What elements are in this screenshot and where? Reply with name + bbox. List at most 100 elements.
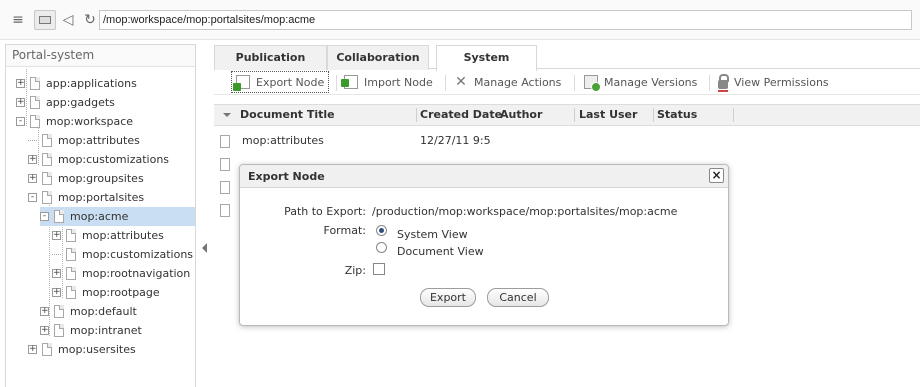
document-icon: [66, 248, 76, 261]
document-icon: [54, 324, 64, 337]
document-view-label: Document View: [397, 245, 484, 258]
toolbar-divider: [336, 75, 337, 91]
document-icon: [220, 181, 230, 194]
refresh-icon[interactable]: ↻: [80, 10, 100, 30]
row-created-date: 12/27/11 9:5: [420, 134, 491, 147]
collapse-arrow-icon[interactable]: [202, 243, 207, 253]
document-icon: [66, 286, 76, 299]
row-title: mop:attributes: [242, 134, 324, 147]
card-view-icon[interactable]: [34, 10, 56, 30]
tab-publication[interactable]: Publication: [214, 45, 327, 70]
export-button[interactable]: Export: [420, 288, 476, 307]
document-icon: [30, 77, 40, 90]
tree-item-label: app:applications: [46, 77, 137, 90]
column-author[interactable]: Author: [500, 105, 542, 125]
format-label: Format:: [323, 224, 366, 237]
expand-icon[interactable]: +: [52, 269, 61, 278]
sort-arrow-icon[interactable]: [223, 113, 231, 117]
tab-system[interactable]: System: [436, 45, 537, 71]
import-node-button[interactable]: Import Node: [341, 71, 433, 93]
manage-actions-button[interactable]: ✕ Manage Actions: [454, 71, 561, 93]
tree-item[interactable]: + app:applications: [16, 74, 137, 93]
tree-item[interactable]: - mop:portalsites: [28, 188, 144, 207]
tree-connector: [52, 254, 61, 255]
tree-item-label: mop:attributes: [82, 229, 164, 242]
tree-item[interactable]: + mop:customizations: [28, 150, 169, 169]
document-icon: [42, 153, 52, 166]
tree-item[interactable]: + mop:rootnavigation: [52, 264, 190, 283]
tree-item[interactable]: + mop:attributes: [52, 226, 164, 245]
tree-item-label: mop:rootpage: [82, 286, 160, 299]
expand-icon[interactable]: +: [16, 98, 25, 107]
cancel-button[interactable]: Cancel: [487, 288, 549, 307]
expand-icon[interactable]: +: [40, 326, 49, 335]
table-header: Document Title Created Date Author Last …: [214, 104, 920, 126]
panel-title: Portal-system: [6, 45, 195, 67]
tree-item-label: mop:portalsites: [58, 191, 145, 204]
tree-item[interactable]: + mop:rootpage: [52, 283, 160, 302]
collapse-icon[interactable]: -: [40, 212, 49, 221]
back-icon[interactable]: ◁: [58, 10, 78, 30]
close-icon[interactable]: ×: [709, 168, 724, 183]
tree-item[interactable]: + mop:usersites: [28, 340, 136, 359]
document-icon: [66, 267, 76, 280]
system-view-radio[interactable]: [376, 225, 387, 236]
tree-item[interactable]: mop:customizations: [52, 245, 193, 264]
tree-item-label: mop:customizations: [58, 153, 170, 166]
import-node-label: Import Node: [364, 75, 433, 89]
tree-item-label: mop:intranet: [70, 324, 142, 337]
column-status[interactable]: Status: [657, 105, 697, 125]
expand-icon[interactable]: +: [28, 345, 37, 354]
export-node-dialog: Export Node × Path to Export: /productio…: [239, 164, 729, 326]
dialog-header: Export Node ×: [240, 165, 728, 188]
document-icon: [220, 204, 230, 217]
tree-item[interactable]: + mop:default: [40, 302, 137, 321]
tree-item[interactable]: - mop:acme: [40, 207, 195, 226]
document-icon: [66, 229, 76, 242]
export-node-button[interactable]: Export Node: [231, 71, 330, 93]
expand-icon[interactable]: +: [52, 288, 61, 297]
column-created-date[interactable]: Created Date: [420, 105, 502, 125]
address-input[interactable]: /mop:workspace/mop:portalsites/mop:acme: [99, 10, 912, 30]
tree-item-label: mop:default: [70, 305, 137, 318]
tree-item-label: mop:groupsites: [58, 172, 144, 185]
manage-versions-button[interactable]: Manage Versions: [584, 71, 697, 93]
action-toolbar: Export Node Import Node ✕ Manage Actions…: [214, 69, 920, 95]
tree-item[interactable]: + mop:groupsites: [28, 169, 144, 188]
column-last-user[interactable]: Last User: [579, 105, 637, 125]
tree-item-label: mop:acme: [70, 210, 129, 223]
collapse-icon[interactable]: -: [16, 117, 25, 126]
lock-icon: [718, 73, 729, 92]
expand-icon[interactable]: +: [16, 79, 25, 88]
zip-label: Zip:: [344, 264, 366, 277]
tree-item-label: mop:customizations: [82, 248, 194, 261]
address-toolbar: ≡ ◁ ↻ /mop:workspace/mop:portalsites/mop…: [0, 0, 920, 40]
tree-item-label: mop:usersites: [58, 343, 136, 356]
view-permissions-button[interactable]: View Permissions: [718, 71, 829, 93]
menu-icon[interactable]: ≡: [8, 10, 28, 30]
expand-icon[interactable]: +: [40, 307, 49, 316]
expand-icon[interactable]: +: [28, 155, 37, 164]
tree-item[interactable]: - mop:workspace: [16, 112, 133, 131]
document-icon: [54, 210, 64, 223]
document-icon: [30, 115, 40, 128]
collapse-icon[interactable]: -: [28, 193, 37, 202]
versions-icon: [584, 75, 601, 92]
zip-checkbox[interactable]: [373, 263, 385, 275]
tree-item[interactable]: mop:attributes: [28, 131, 140, 150]
document-icon: [220, 135, 230, 148]
import-node-icon: [341, 75, 358, 89]
document-view-radio[interactable]: [376, 242, 387, 253]
column-document-title[interactable]: Document Title: [240, 105, 335, 125]
tab-bar: Publication Collaboration System: [214, 44, 920, 71]
expand-icon[interactable]: +: [28, 174, 37, 183]
path-label: Path to Export:: [284, 205, 366, 218]
document-icon: [42, 172, 52, 185]
tree-item[interactable]: + mop:intranet: [40, 321, 142, 340]
tree-item-label: mop:workspace: [46, 115, 134, 128]
tab-collaboration[interactable]: Collaboration: [327, 45, 429, 70]
table-row[interactable]: mop:attributes 12/27/11 9:5: [214, 130, 920, 153]
tree-item[interactable]: + app:gadgets: [16, 93, 115, 112]
expand-icon[interactable]: +: [52, 231, 61, 240]
document-icon: [42, 134, 52, 147]
